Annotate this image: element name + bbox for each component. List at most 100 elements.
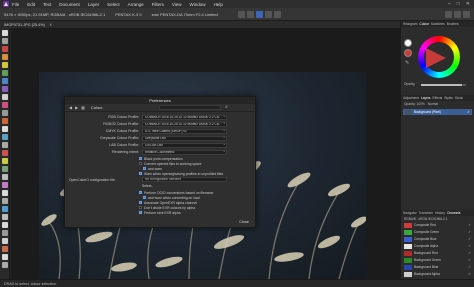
- tool-icon[interactable]: [1, 214, 8, 220]
- document-tab[interactable]: IMGP0731.JPG (25.4%): [4, 23, 45, 27]
- tab-transform[interactable]: Transform: [419, 211, 433, 215]
- channel-row[interactable]: Composite Red ✓: [401, 222, 474, 228]
- tool-icon[interactable]: [1, 30, 8, 36]
- tool-icon[interactable]: [1, 86, 8, 92]
- ocio-config-field[interactable]: No configuration selected: [142, 177, 227, 182]
- lab-profile-select[interactable]: CIELAB D50: [142, 142, 227, 148]
- menu-select[interactable]: Select: [107, 2, 120, 7]
- minimize-button[interactable]: –: [448, 1, 451, 7]
- layer-opacity[interactable]: Opacity: 100%: [404, 102, 425, 106]
- checkbox-box[interactable]: [139, 201, 142, 204]
- tab-effects[interactable]: Effects: [433, 96, 443, 100]
- tool-icon[interactable]: [1, 238, 8, 244]
- layer-visible-check-icon[interactable]: ✓: [467, 110, 470, 114]
- tool-icon[interactable]: [1, 150, 8, 156]
- eyedropper-icon[interactable]: ✎: [405, 60, 410, 66]
- checkbox-box[interactable]: [143, 196, 146, 199]
- channel-visible-icon[interactable]: ✓: [468, 251, 471, 255]
- forward-arrow-icon[interactable]: ▶: [75, 105, 78, 110]
- close-window-button[interactable]: ✕: [466, 1, 470, 7]
- tab-colour[interactable]: Colour: [420, 22, 429, 26]
- rgb-profile-select[interactable]: COMMA-R 2016-10-25 22.12 Model2 D6500 2.…: [142, 114, 227, 120]
- checkbox-box[interactable]: [139, 191, 142, 194]
- tool-icon[interactable]: [1, 38, 8, 44]
- menu-view[interactable]: View: [172, 2, 182, 7]
- tool-icon[interactable]: [1, 198, 8, 204]
- tool-icon[interactable]: [1, 166, 8, 172]
- tab-layers[interactable]: Layers: [421, 96, 431, 100]
- tool-icon[interactable]: [1, 174, 8, 180]
- tool-icon[interactable]: [1, 254, 8, 260]
- tab-stock[interactable]: Stock: [455, 96, 463, 100]
- foreground-colour-swatch[interactable]: [404, 39, 412, 47]
- channel-row[interactable]: Background Green ✓: [401, 257, 474, 263]
- tool-icon[interactable]: [1, 206, 8, 212]
- background-colour-swatch[interactable]: [404, 49, 412, 57]
- channel-row[interactable]: Background Red ✓: [401, 250, 474, 256]
- channel-visible-icon[interactable]: ✓: [468, 223, 471, 227]
- blend-mode-select[interactable]: Normal: [428, 102, 438, 106]
- tool-icon[interactable]: [1, 126, 8, 132]
- warn-unprofiled-checkbox[interactable]: Warn when opening/saving profiles to unp…: [139, 171, 223, 176]
- tool-icon[interactable]: [1, 78, 8, 84]
- tab-history[interactable]: History: [435, 211, 445, 215]
- tool-icon[interactable]: [1, 246, 8, 252]
- channel-visible-icon[interactable]: ✓: [468, 237, 471, 241]
- tool-icon[interactable]: [1, 54, 8, 60]
- tool-icon[interactable]: [1, 102, 8, 108]
- channel-visible-icon[interactable]: ✓: [468, 230, 471, 234]
- tool-icon[interactable]: [1, 230, 8, 236]
- cmyk-profile-select[interactable]: U.S. Web Coated (SWOP) v2: [142, 128, 227, 134]
- menu-text[interactable]: Text: [43, 2, 51, 7]
- tool-icon[interactable]: [1, 134, 8, 140]
- opacity-slider[interactable]: [421, 84, 466, 86]
- channel-row[interactable]: Composite Blue ✓: [401, 236, 474, 242]
- menu-window[interactable]: Window: [190, 2, 206, 7]
- back-arrow-icon[interactable]: ◀: [69, 105, 72, 110]
- tool-icon[interactable]: [1, 94, 8, 100]
- tab-close-icon[interactable]: ✕: [49, 22, 52, 27]
- tab-histogram[interactable]: Histogram: [403, 22, 418, 26]
- tool-icon[interactable]: [1, 118, 8, 124]
- checkbox-box[interactable]: [139, 157, 142, 160]
- canvas-area[interactable]: Preferences ◀ ▶ ▦ Colour ⌕ RGB Colour Pr…: [11, 28, 400, 279]
- tab-swatches[interactable]: Swatches: [431, 22, 445, 26]
- tool-icon[interactable]: [1, 262, 8, 268]
- menu-help[interactable]: Help: [214, 2, 223, 7]
- exr-alpha-checkbox[interactable]: Perform sent EXR alpha: [139, 210, 181, 215]
- channel-row[interactable]: Composite Green ✓: [401, 229, 474, 235]
- tool-icon[interactable]: [1, 70, 8, 76]
- checkbox-box[interactable]: [143, 167, 146, 170]
- redo-icon[interactable]: [246, 10, 254, 18]
- tool-icon[interactable]: [1, 62, 8, 68]
- preferences-search-input[interactable]: ⌕: [159, 104, 228, 110]
- tab-styles[interactable]: Styles: [444, 96, 453, 100]
- tab-navigator[interactable]: Navigator: [403, 211, 417, 215]
- undo-icon[interactable]: [237, 10, 245, 18]
- rgb32-profile-select[interactable]: COMMA-R 2016-10-25 22.12 Model2 D6500 2.…: [142, 121, 227, 127]
- checkbox-box[interactable]: [139, 172, 142, 175]
- tool-icon[interactable]: [1, 190, 8, 196]
- menu-arrange[interactable]: Arrange: [128, 2, 144, 7]
- checkbox-box[interactable]: [139, 162, 142, 165]
- channel-visible-icon[interactable]: ✓: [468, 244, 471, 248]
- grid-icon[interactable]: [264, 10, 272, 18]
- maximize-button[interactable]: □: [457, 1, 460, 7]
- menu-file[interactable]: File: [12, 2, 19, 7]
- rendering-intent-select[interactable]: Relative Colorimetric: [142, 149, 227, 155]
- channel-row[interactable]: Composite Alpha ✓: [401, 243, 474, 249]
- channel-visible-icon[interactable]: ✓: [468, 258, 471, 262]
- colour-triangle[interactable]: [426, 48, 446, 68]
- snapping-icon[interactable]: [273, 10, 281, 18]
- checkbox-box[interactable]: [139, 206, 142, 209]
- align-icon[interactable]: [445, 10, 452, 18]
- menu-filters[interactable]: Filters: [152, 2, 164, 7]
- tool-icon[interactable]: [1, 142, 8, 148]
- view-icon[interactable]: [255, 10, 263, 18]
- tool-icon[interactable]: [1, 222, 8, 228]
- tool-icon[interactable]: [1, 158, 8, 164]
- assistant-icon[interactable]: [463, 10, 470, 18]
- tab-brushes[interactable]: Brushes: [447, 22, 459, 26]
- channel-visible-icon[interactable]: ✓: [468, 272, 471, 276]
- close-dialog-button[interactable]: Close: [239, 220, 249, 224]
